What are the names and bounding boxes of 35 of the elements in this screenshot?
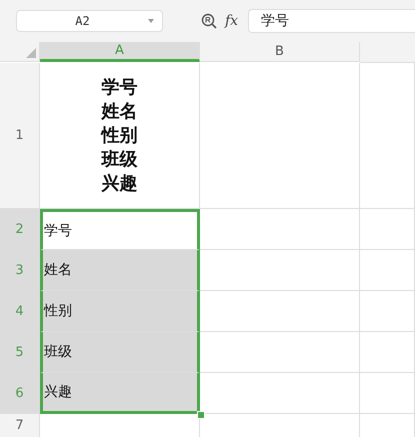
caret-icon <box>148 19 154 23</box>
table-cell[interactable]: 姓名 <box>40 250 200 291</box>
cell-text: 学号 <box>44 222 72 240</box>
table-cell[interactable]: 学号 <box>40 209 200 250</box>
cell-text: 班级 <box>44 343 72 361</box>
table-cell[interactable]: 班级 <box>40 332 200 373</box>
select-all-corner[interactable] <box>0 42 40 62</box>
column-header[interactable]: B <box>200 42 360 62</box>
table-cell[interactable] <box>360 332 415 373</box>
table-cell[interactable]: 兴趣 <box>40 373 200 414</box>
function-icon[interactable]: fx <box>225 13 238 29</box>
table-cell[interactable] <box>200 209 360 250</box>
table-cell[interactable] <box>360 63 415 209</box>
table-cell[interactable] <box>200 332 360 373</box>
cell-text: 性别 <box>44 302 72 320</box>
triangle-icon <box>26 48 36 58</box>
table-cell[interactable]: 性别 <box>40 291 200 332</box>
table-cell[interactable]: 学号 姓名 性别 班级 兴趣 <box>40 63 200 209</box>
table-cell[interactable] <box>360 209 415 250</box>
cell-text: 姓名 <box>44 261 72 279</box>
table-cell[interactable] <box>200 63 360 209</box>
row-header[interactable]: 7 <box>0 414 40 437</box>
cell-text: 兴趣 <box>44 383 72 401</box>
table-cell[interactable] <box>200 291 360 332</box>
formula-field[interactable]: 学号 <box>248 9 415 33</box>
table-cell[interactable] <box>360 250 415 291</box>
row-header[interactable]: 1 <box>0 63 40 209</box>
table-cell[interactable] <box>200 250 360 291</box>
fill-handle[interactable] <box>197 411 205 419</box>
table-cell[interactable] <box>360 291 415 332</box>
name-box[interactable]: A2 <box>16 10 163 32</box>
cell-text: 学号 姓名 性别 班级 兴趣 <box>102 76 138 196</box>
column-header[interactable] <box>360 42 415 63</box>
table-cell[interactable] <box>360 373 415 414</box>
zoom-icon[interactable] <box>201 13 217 29</box>
